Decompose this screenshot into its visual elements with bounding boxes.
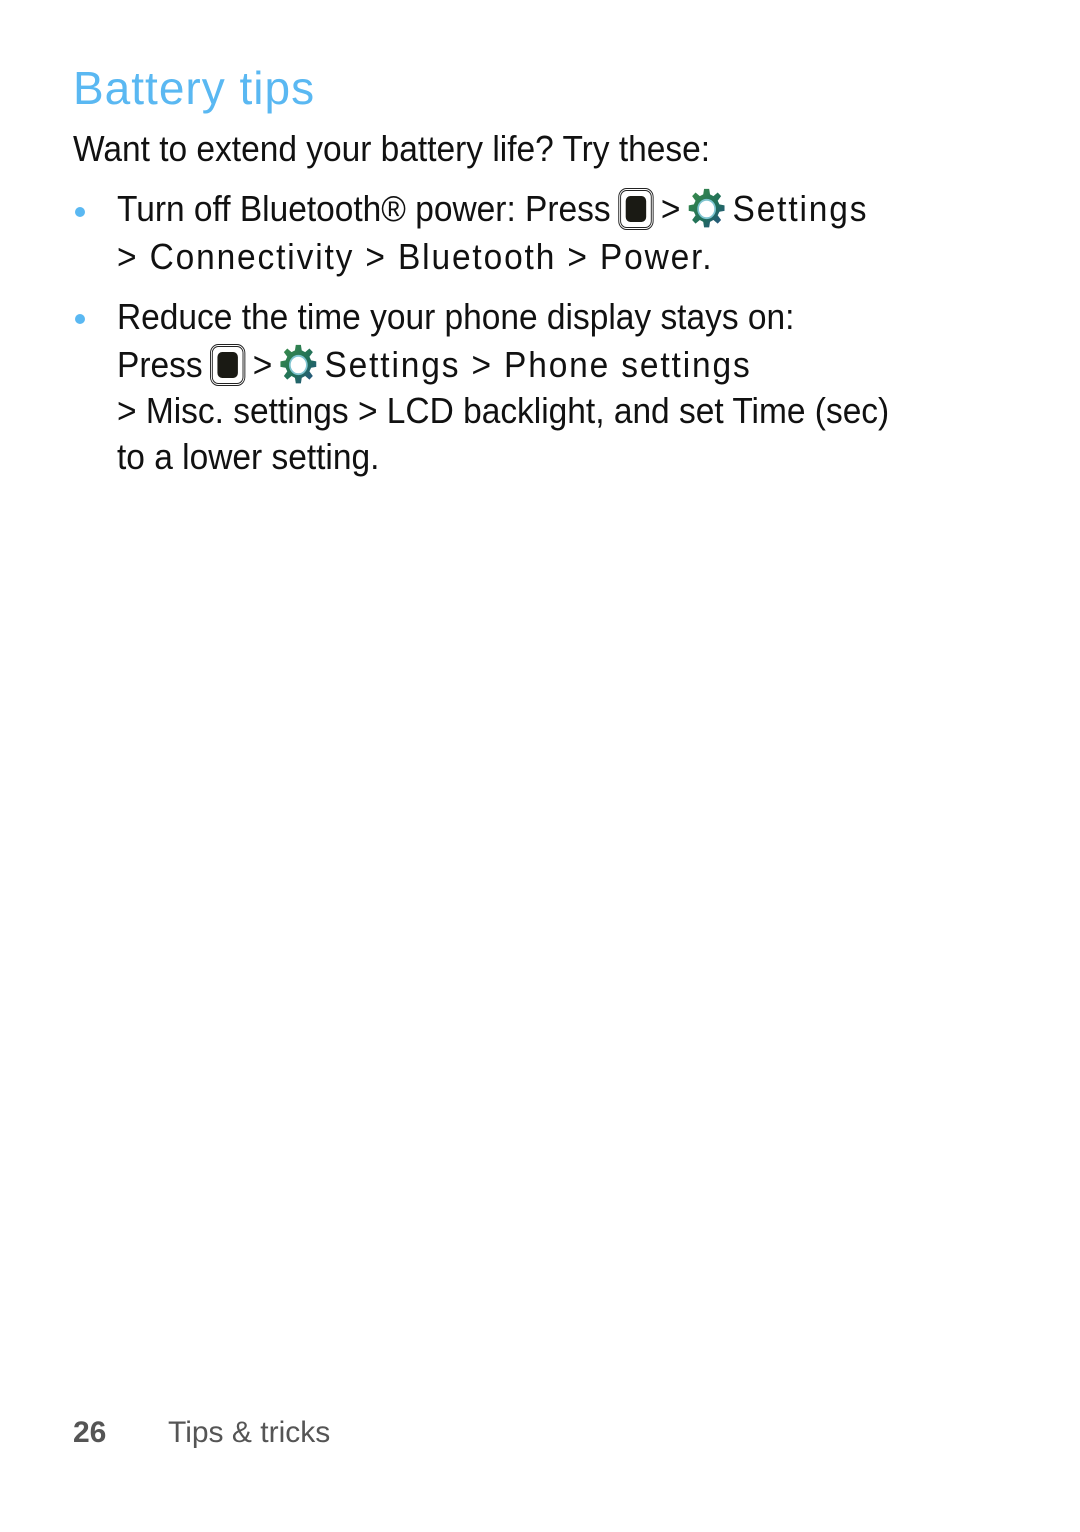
page-number: 26: [73, 1416, 107, 1449]
home-key-icon: [618, 188, 654, 230]
settings-gear-icon: [686, 187, 727, 231]
section-name: Tips & tricks: [168, 1416, 331, 1449]
tip-2-press: Press: [117, 344, 203, 385]
tip-2-path-segment: > Phone settings: [471, 344, 752, 385]
tip-1-lead: Turn off Bluetooth® power: Press: [117, 188, 611, 229]
tip-1-path: > Connectivity > Bluetooth > Power.: [117, 236, 714, 277]
tip-1-settings-label: Settings: [732, 188, 869, 229]
separator: >: [252, 344, 273, 385]
tip-2-settings-label: Settings: [324, 344, 461, 385]
separator: >: [660, 188, 681, 229]
tip-2-lead: Reduce the time your phone display stays…: [117, 296, 795, 337]
settings-gear-icon: [278, 343, 319, 387]
tip-2-end: to a lower setting.: [117, 436, 380, 477]
intro-text: Want to extend your battery life? Try th…: [73, 128, 711, 169]
bullet-icon: [75, 207, 85, 217]
home-key-icon: [210, 344, 246, 386]
page-title: Battery tips: [73, 62, 316, 114]
tip-2-path: > Misc. settings > LCD backlight, and se…: [117, 390, 890, 431]
bullet-icon: [75, 314, 85, 324]
tip-2-line-2: Press > Settings > Phone settings: [117, 342, 752, 388]
tip-1-line-1: Turn off Bluetooth® power: Press > Setti…: [117, 186, 868, 232]
